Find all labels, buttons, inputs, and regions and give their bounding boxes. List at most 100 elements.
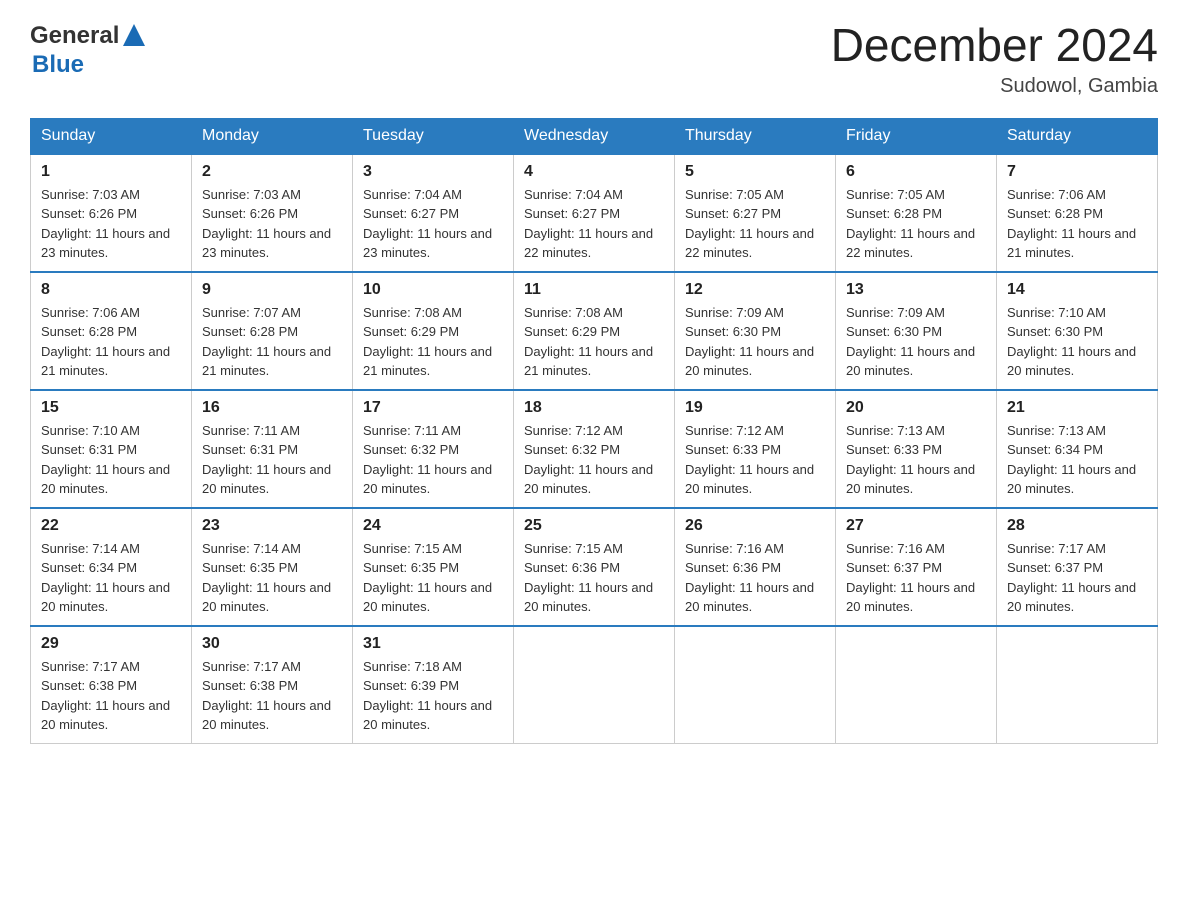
table-row: 16Sunrise: 7:11 AMSunset: 6:31 PMDayligh… <box>192 390 353 508</box>
day-number: 16 <box>202 399 342 417</box>
table-row: 19Sunrise: 7:12 AMSunset: 6:33 PMDayligh… <box>675 390 836 508</box>
day-info: Sunrise: 7:04 AMSunset: 6:27 PMDaylight:… <box>363 185 503 263</box>
day-number: 3 <box>363 163 503 181</box>
day-number: 1 <box>41 163 181 181</box>
table-row <box>675 626 836 744</box>
table-row: 23 Sunrise: 7:14 AMSunset: 6:35 PMDayligh… <box>192 508 353 626</box>
table-row: 24Sunrise: 7:15 AMSunset: 6:35 PMDayligh… <box>353 508 514 626</box>
table-row: 25 Sunrise: 7:15 AMSunset: 6:36 PMDayligh… <box>514 508 675 626</box>
table-row: 2Sunrise: 7:03 AMSunset: 6:26 PMDaylight… <box>192 154 353 272</box>
day-info: Sunrise: 7:07 AMSunset: 6:28 PMDaylight:… <box>202 303 342 381</box>
day-info: Sunrise: 7:10 AMSunset: 6:31 PMDaylight:… <box>41 421 181 499</box>
table-row: 12Sunrise: 7:09 AMSunset: 6:30 PMDayligh… <box>675 272 836 390</box>
col-header-sunday: Sunday <box>31 118 192 154</box>
col-header-thursday: Thursday <box>675 118 836 154</box>
day-number: 6 <box>846 163 986 181</box>
day-info: Sunrise: 7:17 AMSunset: 6:37 PMDaylight:… <box>1007 539 1147 617</box>
table-row: 15 Sunrise: 7:10 AMSunset: 6:31 PMDayligh… <box>31 390 192 508</box>
day-info: Sunrise: 7:03 AMSunset: 6:26 PMDaylight:… <box>41 185 181 263</box>
location-subtitle: Sudowol, Gambia <box>831 75 1158 98</box>
table-row: 21 Sunrise: 7:13 AMSunset: 6:34 PMDayligh… <box>997 390 1158 508</box>
day-number: 17 <box>363 399 503 417</box>
col-header-friday: Friday <box>836 118 997 154</box>
day-number: 25 <box>524 517 664 535</box>
day-info: Sunrise: 7:16 AMSunset: 6:37 PMDaylight:… <box>846 539 986 617</box>
day-info: Sunrise: 7:17 AMSunset: 6:38 PMDaylight:… <box>202 657 342 735</box>
day-info: Sunrise: 7:04 AMSunset: 6:27 PMDaylight:… <box>524 185 664 263</box>
col-header-saturday: Saturday <box>997 118 1158 154</box>
logo-general: General <box>30 22 119 50</box>
day-number: 15 <box>41 399 181 417</box>
day-info: Sunrise: 7:16 AMSunset: 6:36 PMDaylight:… <box>685 539 825 617</box>
day-number: 20 <box>846 399 986 417</box>
day-info: Sunrise: 7:15 AMSunset: 6:36 PMDaylight:… <box>524 539 664 617</box>
day-number: 9 <box>202 281 342 299</box>
day-number: 7 <box>1007 163 1147 181</box>
day-number: 26 <box>685 517 825 535</box>
col-header-monday: Monday <box>192 118 353 154</box>
day-info: Sunrise: 7:08 AMSunset: 6:29 PMDaylight:… <box>524 303 664 381</box>
table-row: 9 Sunrise: 7:07 AMSunset: 6:28 PMDaylight… <box>192 272 353 390</box>
day-number: 27 <box>846 517 986 535</box>
calendar-week-row: 8Sunrise: 7:06 AMSunset: 6:28 PMDaylight… <box>31 272 1158 390</box>
day-info: Sunrise: 7:12 AMSunset: 6:32 PMDaylight:… <box>524 421 664 499</box>
day-number: 31 <box>363 635 503 653</box>
month-year-title: December 2024 <box>831 20 1158 71</box>
day-number: 8 <box>41 281 181 299</box>
calendar-header-row: Sunday Monday Tuesday Wednesday Thursday… <box>31 118 1158 154</box>
day-info: Sunrise: 7:14 AMSunset: 6:35 PMDaylight:… <box>202 539 342 617</box>
day-info: Sunrise: 7:11 AMSunset: 6:32 PMDaylight:… <box>363 421 503 499</box>
day-number: 18 <box>524 399 664 417</box>
table-row: 28 Sunrise: 7:17 AMSunset: 6:37 PMDayligh… <box>997 508 1158 626</box>
day-number: 23 <box>202 517 342 535</box>
table-row: 4 Sunrise: 7:04 AMSunset: 6:27 PMDaylight… <box>514 154 675 272</box>
table-row: 1 Sunrise: 7:03 AMSunset: 6:26 PMDaylight… <box>31 154 192 272</box>
table-row: 30 Sunrise: 7:17 AMSunset: 6:38 PMDayligh… <box>192 626 353 744</box>
calendar-week-row: 29 Sunrise: 7:17 AMSunset: 6:38 PMDayligh… <box>31 626 1158 744</box>
page-header: General Blue December 2024 Sudowol, Gamb… <box>30 20 1158 98</box>
calendar-week-row: 22 Sunrise: 7:14 AMSunset: 6:34 PMDayligh… <box>31 508 1158 626</box>
day-info: Sunrise: 7:15 AMSunset: 6:35 PMDaylight:… <box>363 539 503 617</box>
day-number: 10 <box>363 281 503 299</box>
table-row: 31 Sunrise: 7:18 AMSunset: 6:39 PMDayligh… <box>353 626 514 744</box>
day-number: 12 <box>685 281 825 299</box>
table-row: 10 Sunrise: 7:08 AMSunset: 6:29 PMDayligh… <box>353 272 514 390</box>
day-number: 30 <box>202 635 342 653</box>
table-row <box>836 626 997 744</box>
table-row: 5 Sunrise: 7:05 AMSunset: 6:27 PMDaylight… <box>675 154 836 272</box>
day-number: 28 <box>1007 517 1147 535</box>
day-info: Sunrise: 7:05 AMSunset: 6:28 PMDaylight:… <box>846 185 986 263</box>
table-row: 14Sunrise: 7:10 AMSunset: 6:30 PMDayligh… <box>997 272 1158 390</box>
day-info: Sunrise: 7:08 AMSunset: 6:29 PMDaylight:… <box>363 303 503 381</box>
day-number: 5 <box>685 163 825 181</box>
day-number: 21 <box>1007 399 1147 417</box>
day-info: Sunrise: 7:18 AMSunset: 6:39 PMDaylight:… <box>363 657 503 735</box>
header-right: December 2024 Sudowol, Gambia <box>831 20 1158 98</box>
day-number: 29 <box>41 635 181 653</box>
table-row: 20Sunrise: 7:13 AMSunset: 6:33 PMDayligh… <box>836 390 997 508</box>
table-row: 11 Sunrise: 7:08 AMSunset: 6:29 PMDayligh… <box>514 272 675 390</box>
calendar-week-row: 1 Sunrise: 7:03 AMSunset: 6:26 PMDaylight… <box>31 154 1158 272</box>
calendar-week-row: 15 Sunrise: 7:10 AMSunset: 6:31 PMDayligh… <box>31 390 1158 508</box>
table-row <box>997 626 1158 744</box>
table-row: 17 Sunrise: 7:11 AMSunset: 6:32 PMDayligh… <box>353 390 514 508</box>
table-row: 18 Sunrise: 7:12 AMSunset: 6:32 PMDayligh… <box>514 390 675 508</box>
logo-triangle-icon <box>123 24 145 46</box>
day-info: Sunrise: 7:10 AMSunset: 6:30 PMDaylight:… <box>1007 303 1147 381</box>
day-info: Sunrise: 7:03 AMSunset: 6:26 PMDaylight:… <box>202 185 342 263</box>
logo: General Blue <box>30 20 145 79</box>
table-row: 13Sunrise: 7:09 AMSunset: 6:30 PMDayligh… <box>836 272 997 390</box>
day-info: Sunrise: 7:05 AMSunset: 6:27 PMDaylight:… <box>685 185 825 263</box>
day-info: Sunrise: 7:13 AMSunset: 6:34 PMDaylight:… <box>1007 421 1147 499</box>
day-number: 13 <box>846 281 986 299</box>
day-number: 11 <box>524 281 664 299</box>
day-info: Sunrise: 7:14 AMSunset: 6:34 PMDaylight:… <box>41 539 181 617</box>
table-row: 8Sunrise: 7:06 AMSunset: 6:28 PMDaylight… <box>31 272 192 390</box>
table-row: 27 Sunrise: 7:16 AMSunset: 6:37 PMDayligh… <box>836 508 997 626</box>
day-number: 4 <box>524 163 664 181</box>
logo-blue: Blue <box>32 51 84 79</box>
table-row: 6 Sunrise: 7:05 AMSunset: 6:28 PMDaylight… <box>836 154 997 272</box>
day-number: 22 <box>41 517 181 535</box>
table-row: 3 Sunrise: 7:04 AMSunset: 6:27 PMDaylight… <box>353 154 514 272</box>
col-header-tuesday: Tuesday <box>353 118 514 154</box>
